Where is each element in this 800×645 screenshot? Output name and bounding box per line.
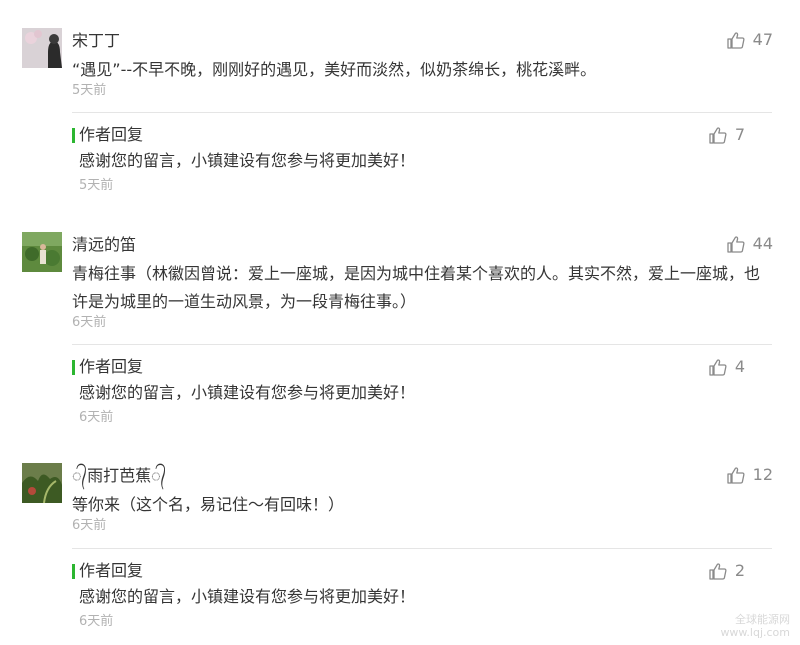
like-button[interactable]: 44 xyxy=(726,234,773,254)
author-reply-time: 5天前 xyxy=(79,178,114,193)
author-reply-content: 感谢您的留言，小镇建设有您参与将更加美好！ xyxy=(79,383,416,402)
thumbs-up-icon xyxy=(726,31,745,49)
like-count: 12 xyxy=(752,465,773,484)
watermark-line1: 全球能源网 xyxy=(735,613,790,626)
author-reply-content: 感谢您的留言，小镇建设有您参与将更加美好！ xyxy=(79,151,416,170)
author-reply: 作者回复 2 感谢您的留言，小镇建设有您参与将更加美好！ 6天前 xyxy=(72,548,772,629)
like-button[interactable]: 12 xyxy=(726,465,773,485)
author-reply-time: 6天前 xyxy=(79,614,114,629)
comment-content: “遇见”--不早不晚，刚刚好的遇见，美好而淡然，似奶茶绵长，桃花溪畔。 xyxy=(72,60,597,79)
author-reply-content: 感谢您的留言，小镇建设有您参与将更加美好！ xyxy=(79,587,416,606)
nickname: 清远的笛 xyxy=(72,235,137,254)
nickname: ᭄雨打芭蕉᭄ xyxy=(72,466,167,485)
like-count: 4 xyxy=(734,357,745,376)
comment-content: 等你来（这个名，易记住～有回味！） xyxy=(72,495,345,514)
thumbs-up-icon xyxy=(709,126,727,144)
comment-time: 5天前 xyxy=(72,83,107,98)
author-reply: 作者回复 4 感谢您的留言，小镇建设有您参与将更加美好！ 6天前 xyxy=(72,344,772,425)
author-reply-time: 6天前 xyxy=(79,410,114,425)
reply-like-button[interactable]: 7 xyxy=(709,125,745,145)
comment-content: 青梅往事（林徽因曾说：爱上一座城，是因为城中住着某个喜欢的人。其实不然，爱上一座… xyxy=(72,264,761,311)
reply-like-button[interactable]: 4 xyxy=(709,357,745,377)
like-count: 44 xyxy=(752,234,773,253)
like-count: 7 xyxy=(734,125,745,144)
author-reply-label: 作者回复 xyxy=(72,561,143,581)
avatar[interactable] xyxy=(22,463,62,503)
comment-time: 6天前 xyxy=(72,315,107,330)
avatar[interactable] xyxy=(22,28,62,68)
author-reply-label: 作者回复 xyxy=(72,125,143,145)
thumbs-up-icon xyxy=(709,562,727,580)
nickname: 宋丁丁 xyxy=(72,31,121,50)
author-reply-label: 作者回复 xyxy=(72,357,143,377)
watermark: 全球能源网 www.lqj.com xyxy=(720,613,790,639)
thumbs-up-icon xyxy=(726,466,745,484)
comment-time: 6天前 xyxy=(72,518,107,533)
watermark-line2: www.lqj.com xyxy=(720,626,790,639)
like-button[interactable]: 47 xyxy=(726,30,773,50)
like-count: 47 xyxy=(752,30,773,49)
reply-like-button[interactable]: 2 xyxy=(709,561,745,581)
avatar[interactable] xyxy=(22,232,62,272)
like-count: 2 xyxy=(734,561,745,580)
author-reply: 作者回复 7 感谢您的留言，小镇建设有您参与将更加美好！ 5天前 xyxy=(72,112,772,193)
thumbs-up-icon xyxy=(709,358,727,376)
thumbs-up-icon xyxy=(726,235,745,253)
